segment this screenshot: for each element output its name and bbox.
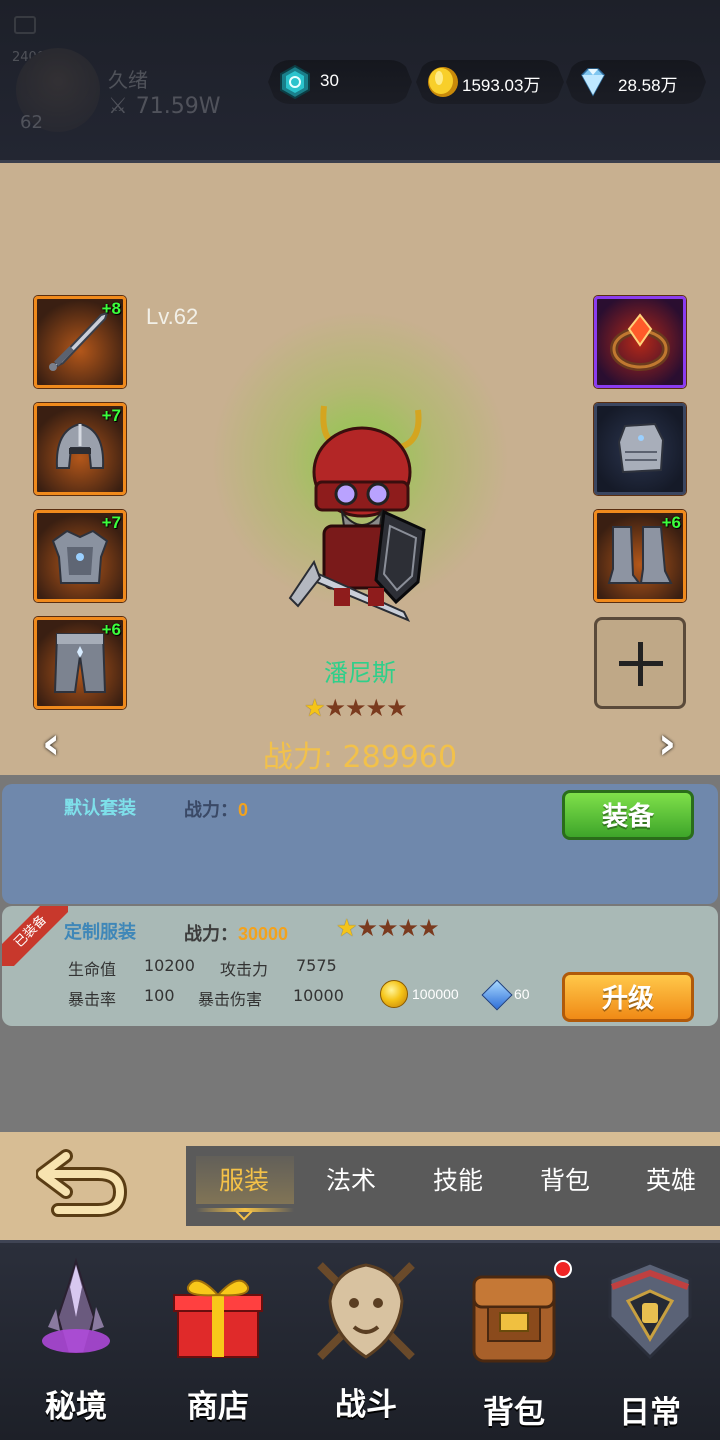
teal-rune-gem-icon (280, 65, 310, 99)
tab-heroes[interactable]: 英雄 (621, 1146, 720, 1216)
stat-label: 攻击力 (220, 960, 269, 979)
gauntlet-icon (617, 422, 665, 474)
hero-character[interactable] (284, 402, 434, 628)
equip-slot-chest[interactable]: +7 (34, 510, 126, 602)
equip-button[interactable]: 装备 (562, 790, 694, 840)
hero-power: 战力: 289960 (262, 740, 458, 775)
hero-name: 潘尼斯 (324, 659, 396, 687)
nav-label: 战斗 (335, 1387, 397, 1423)
equip-slot-helmet[interactable]: +7 (34, 403, 126, 495)
nav-label: 日常 (619, 1395, 681, 1431)
stat-label: 暴击率 (68, 990, 117, 1009)
enhance-level: +6 (661, 513, 681, 532)
back-arrow-icon[interactable] (36, 1146, 128, 1218)
equip-slot-boots[interactable]: +6 (594, 510, 686, 602)
equipped-badge: 已装备 (2, 906, 68, 966)
nav-label: 秘境 (45, 1389, 107, 1425)
battery-icon (14, 16, 36, 34)
tab-bar: 服装 法术 技能 背包 英雄 (186, 1146, 720, 1226)
gold-counter[interactable]: 1593.03万 (416, 60, 564, 104)
blue-gem-icon (481, 979, 513, 1011)
nav-label: 商店 (187, 1389, 249, 1425)
equip-slot-weapon[interactable]: +8 (34, 296, 126, 388)
outfit-title: 默认套装 (64, 798, 136, 819)
player-info[interactable]: 2400 62 久绪 ⚔ 71.59W (10, 14, 250, 144)
ring-icon (610, 313, 670, 371)
nav-shop[interactable]: 商店 (146, 1243, 290, 1440)
nav-label: 背包 (483, 1395, 545, 1431)
tab-bag[interactable]: 背包 (515, 1146, 615, 1216)
rune-gem-counter[interactable]: 30 (268, 60, 412, 104)
gold-value: 1593.03万 (462, 76, 541, 95)
tab-zone: 服装 法术 技能 背包 英雄 (0, 1132, 720, 1240)
gift-box-icon (173, 1279, 263, 1358)
upgrade-gold-cost: 100000 (412, 986, 459, 1002)
gold-coin-icon (428, 67, 458, 97)
nav-secret-realm[interactable]: 秘境 (4, 1243, 148, 1440)
crystal-realm-icon (42, 1257, 110, 1354)
stat-value: 10000 (293, 986, 344, 1005)
enhance-level: +8 (101, 299, 121, 318)
upgrade-button[interactable]: 升级 (562, 972, 694, 1022)
star-empty-icon: ★★★★ (324, 694, 408, 722)
daily-shield-icon (608, 1261, 692, 1360)
crossed-swords-icon: ⚔ (108, 94, 128, 119)
enhance-level: +7 (101, 406, 121, 425)
star-filled-icon: ★ (304, 694, 325, 722)
upgrade-gem-cost: 60 (514, 986, 530, 1002)
diamond-value: 28.58万 (618, 76, 678, 95)
player-level: 62 (20, 112, 43, 133)
outfit-power-value: 0 (238, 800, 249, 820)
nav-battle[interactable]: 战斗 (294, 1243, 438, 1440)
outfit-power-label: 战力： (184, 924, 238, 945)
equip-slot-gloves[interactable] (594, 403, 686, 495)
player-power-value: 71.59W (135, 94, 221, 119)
rune-gem-value: 30 (320, 71, 339, 90)
outfit-power-value: 30000 (238, 924, 289, 944)
next-hero-arrow-icon[interactable]: › (658, 718, 676, 769)
lion-crest-icon (317, 1262, 415, 1360)
outfit-card-custom[interactable]: 已装备 定制服装 战力：30000 ★★★★★ 生命值 10200 攻击力 75… (2, 906, 718, 1026)
tab-spells[interactable]: 法术 (301, 1146, 401, 1216)
player-name: 久绪 (108, 68, 148, 92)
equipped-badge-label: 已装备 (2, 906, 68, 966)
outfit-power: 战力：30000 (184, 920, 288, 946)
star-filled-icon: ★ (336, 914, 357, 942)
top-bar: 2400 62 久绪 ⚔ 71.59W 30 1593.03万 28.58万 (0, 0, 720, 163)
gold-coin-icon (380, 980, 408, 1008)
star-empty-icon: ★★★★ (356, 914, 440, 942)
enhance-level: +7 (101, 513, 121, 532)
equip-slot-ring[interactable] (594, 296, 686, 388)
notification-dot (554, 1260, 572, 1278)
player-power: ⚔ 71.59W (108, 94, 220, 119)
prev-hero-arrow-icon[interactable]: ‹ (42, 718, 60, 769)
tab-skills[interactable]: 技能 (408, 1146, 508, 1216)
diamond-counter[interactable]: 28.58万 (566, 60, 706, 104)
outfit-card-default[interactable]: 默认套装 战力：0 装备 (2, 784, 718, 904)
stat-value: 7575 (296, 956, 337, 975)
bottom-nav: 秘境 商店 战斗 背包 日常 (0, 1240, 720, 1440)
stat-value: 10200 (144, 956, 195, 975)
nav-daily[interactable]: 日常 (578, 1243, 720, 1440)
backpack-icon (472, 1275, 556, 1363)
stat-value: 100 (144, 986, 175, 1005)
outfit-power: 战力：0 (184, 796, 248, 822)
hero-level: Lv.62 (146, 304, 199, 329)
stat-label: 暴击伤害 (198, 990, 263, 1009)
enhance-level: +6 (101, 620, 121, 639)
hero-star-rating: ★★★★★ (304, 694, 408, 722)
outfit-star-rating: ★★★★★ (336, 914, 440, 942)
outfit-power-label: 战力： (184, 800, 238, 821)
diamond-icon (581, 68, 605, 97)
outfit-title: 定制服装 (64, 922, 136, 943)
stat-label: 生命值 (68, 960, 117, 979)
